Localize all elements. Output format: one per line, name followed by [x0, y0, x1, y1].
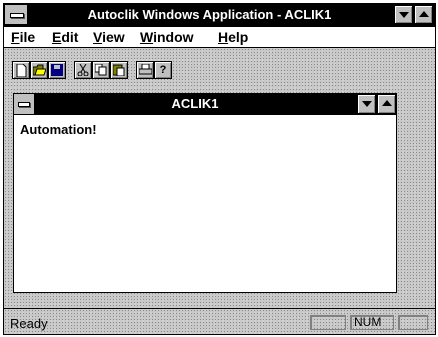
open-folder-icon [33, 64, 46, 76]
child-system-menu-button[interactable] [14, 94, 35, 114]
open-button[interactable] [30, 61, 48, 79]
child-maximize-button[interactable] [377, 94, 396, 114]
app-window: Autoclik Windows Application - ACLIK1 Fi… [3, 3, 436, 335]
status-text: Ready [10, 316, 48, 331]
document-text: Automation! [20, 122, 97, 137]
child-maximize-icon [382, 100, 392, 106]
new-button[interactable] [12, 61, 30, 79]
system-menu-button[interactable] [5, 5, 28, 24]
child-window: ACLIK1 Automation! [13, 93, 397, 293]
minimize-button[interactable] [394, 5, 413, 24]
child-minimize-button[interactable] [357, 94, 376, 114]
cut-scissors-icon [77, 64, 89, 76]
paste-icon [113, 64, 125, 76]
paste-button[interactable] [110, 61, 128, 79]
title-bar[interactable]: Autoclik Windows Application - ACLIK1 [4, 4, 435, 27]
cut-button[interactable] [74, 61, 92, 79]
status-pane-num: NUM [350, 315, 394, 330]
child-window-title: ACLIK1 [171, 96, 219, 111]
toolbar: ? [4, 48, 435, 88]
new-file-icon [16, 64, 27, 77]
status-bar: Ready NUM [4, 308, 435, 334]
mdi-client-area: ACLIK1 Automation! [4, 88, 435, 309]
maximize-button[interactable] [414, 5, 433, 24]
status-pane-scroll [398, 315, 428, 330]
child-system-menu-icon [18, 102, 30, 107]
help-button[interactable]: ? [154, 61, 172, 79]
menu-help[interactable]: Help [218, 29, 248, 45]
save-button[interactable] [48, 61, 66, 79]
help-question-icon: ? [159, 64, 167, 76]
system-menu-icon [10, 13, 24, 18]
minimize-icon [399, 12, 409, 18]
child-minimize-icon [362, 101, 372, 107]
copy-button[interactable] [92, 61, 110, 79]
menu-file[interactable]: File [11, 29, 35, 45]
child-title-bar[interactable]: ACLIK1 [14, 94, 396, 115]
status-pane-caps [310, 315, 346, 330]
save-disk-icon [51, 64, 63, 76]
copy-icon [95, 64, 107, 76]
print-button[interactable] [136, 61, 154, 79]
window-title: Autoclik Windows Application - ACLIK1 [87, 7, 332, 22]
menu-window[interactable]: Window [140, 29, 194, 45]
menu-bar: File Edit View Window Help [4, 27, 435, 48]
maximize-icon [419, 11, 429, 17]
menu-view[interactable]: View [93, 29, 125, 45]
menu-edit[interactable]: Edit [52, 29, 78, 45]
print-icon [139, 64, 152, 75]
